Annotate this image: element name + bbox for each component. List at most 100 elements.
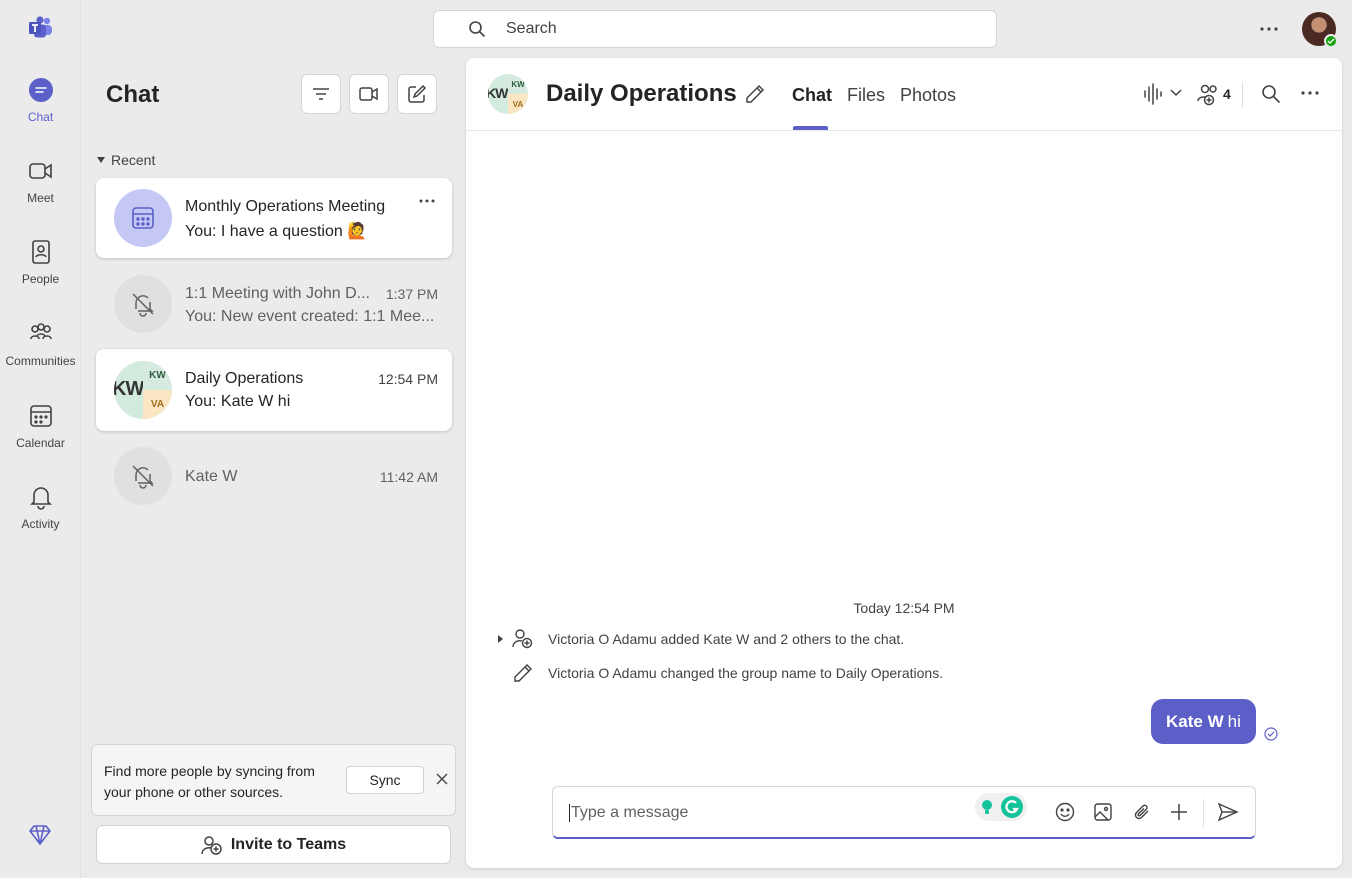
pencil-icon [512, 662, 534, 684]
chat-item-daily-operations[interactable]: KW KW VA Daily Operations 12:54 PM You: … [96, 349, 452, 431]
date-separator: Today 12:54 PM [853, 600, 955, 616]
profile-avatar[interactable] [1302, 12, 1338, 48]
bell-icon [27, 483, 55, 511]
muted-bell-icon [114, 275, 172, 333]
available-status-icon [1324, 34, 1338, 48]
edit-name-icon[interactable] [744, 83, 766, 105]
rail-item-chat[interactable]: Chat [0, 72, 81, 142]
chat-item-preview: You: New event created: 1:1 Mee... [185, 308, 435, 325]
chat-item-one-on-one-meeting[interactable]: 1:1 Meeting with John D... 1:37 PM You: … [96, 264, 452, 344]
search-bar[interactable]: Search [433, 10, 997, 48]
chevron-down-icon[interactable] [1169, 87, 1183, 97]
avatar-initials: KW [114, 378, 144, 400]
caret-down-icon [97, 156, 105, 164]
invite-to-teams-button[interactable]: Invite to Teams [96, 825, 451, 864]
system-event-text: Victoria O Adamu changed the group name … [548, 665, 944, 681]
search-placeholder: Search [506, 20, 557, 37]
rail-label: Communities [5, 354, 76, 368]
filter-icon [312, 87, 330, 101]
sync-contacts-banner: Find more people by syncing from your ph… [91, 744, 456, 816]
add-person-icon [201, 835, 223, 855]
new-chat-button[interactable] [397, 74, 437, 114]
group-avatar: KW KW VA [114, 361, 172, 419]
calendar-icon [114, 189, 172, 247]
image-icon[interactable] [1093, 802, 1113, 822]
chat-item-time: 11:42 AM [379, 469, 438, 485]
section-label: Recent [111, 152, 156, 168]
sync-banner-text: Find more people by syncing from your ph… [104, 763, 315, 800]
premium-diamond-icon[interactable] [28, 824, 52, 846]
chat-item-monthly-operations-meeting[interactable]: Monthly Operations Meeting You: I have a… [96, 178, 452, 258]
conversation-title: Daily Operations [546, 80, 737, 107]
chat-icon [27, 76, 55, 104]
conversation-pane: KW KW VA Daily Operations Chat Files Pho… [466, 58, 1342, 868]
plus-icon[interactable] [1169, 802, 1189, 822]
header-divider [1242, 82, 1243, 108]
chat-item-time: 12:54 PM [378, 371, 438, 387]
more-options-icon[interactable] [1258, 19, 1280, 39]
compose-divider [1203, 799, 1204, 827]
rail-label: Chat [27, 110, 54, 124]
chat-item-time: 1:37 PM [385, 286, 438, 302]
active-tab-indicator [793, 126, 828, 130]
conversation-header: KW KW VA Daily Operations Chat Files Pho… [466, 58, 1342, 131]
people-icon [27, 238, 55, 266]
add-member-icon [512, 628, 534, 650]
chat-item-name: Monthly Operations Meeting [185, 198, 386, 215]
tab-files[interactable]: Files [847, 85, 885, 106]
rail-item-communities[interactable]: Communities [0, 316, 81, 386]
expand-caret-icon[interactable] [496, 634, 504, 644]
close-icon[interactable] [436, 773, 448, 785]
more-options-icon[interactable] [1300, 90, 1320, 96]
meet-now-button[interactable] [349, 74, 389, 114]
rail-label: Calendar [16, 436, 65, 450]
participant-count: 4 [1223, 86, 1231, 102]
grammarly-icon[interactable] [975, 793, 1027, 821]
mention[interactable]: Kate W [1166, 712, 1224, 732]
system-event-text: Victoria O Adamu added Kate W and 2 othe… [548, 631, 905, 647]
more-options-icon[interactable] [418, 198, 436, 204]
search-icon [468, 20, 486, 38]
participants-icon[interactable] [1197, 82, 1221, 106]
send-icon[interactable] [1217, 802, 1239, 822]
teams-logo-icon [28, 16, 54, 40]
filter-button[interactable] [301, 74, 341, 114]
sync-button[interactable]: Sync [346, 766, 424, 794]
chat-item-kate-w[interactable]: Kate W 11:42 AM [96, 437, 452, 517]
rail-item-calendar[interactable]: Calendar [0, 398, 81, 468]
message-text: hi [1227, 711, 1241, 731]
video-icon [27, 157, 55, 185]
chat-item-name: Daily Operations [185, 370, 304, 387]
compose-placeholder: Type a message [569, 804, 689, 822]
avatar-initials: KW [508, 74, 528, 94]
emoji-icon[interactable] [1055, 802, 1075, 822]
avatar-initials: VA [143, 390, 172, 419]
chat-item-preview: You: Kate W hi [185, 393, 291, 410]
avatar-initials: KW [143, 361, 172, 390]
app-rail: Chat Meet People Communities Calendar Ac… [0, 0, 81, 878]
message-bubble[interactable]: Kate W hi [1151, 699, 1256, 744]
compose-icon [407, 84, 427, 104]
chat-item-name: 1:1 Meeting with John D... [185, 285, 370, 302]
video-icon [359, 86, 379, 102]
audio-call-icon[interactable] [1142, 82, 1164, 106]
tab-photos[interactable]: Photos [900, 85, 956, 106]
system-event-row: Victoria O Adamu changed the group name … [512, 662, 943, 684]
calendar-icon [27, 402, 55, 430]
chat-pane-title: Chat [106, 81, 160, 108]
attach-icon[interactable] [1132, 802, 1152, 822]
message-compose-box[interactable]: Type a message [552, 786, 1256, 839]
invite-label: Invite to Teams [230, 835, 347, 853]
rail-item-meet[interactable]: Meet [0, 153, 81, 223]
group-avatar[interactable]: KW KW VA [488, 74, 528, 114]
search-icon[interactable] [1261, 84, 1281, 104]
rail-item-people[interactable]: People [0, 234, 81, 304]
muted-bell-icon [114, 447, 172, 505]
seen-check-icon [1264, 727, 1278, 741]
avatar-initials: KW [488, 85, 508, 101]
chat-item-name: Kate W [185, 468, 238, 485]
chat-item-preview: You: I have a question 🙋 [185, 223, 368, 240]
tab-chat[interactable]: Chat [792, 85, 832, 106]
recent-section-header[interactable]: Recent [97, 152, 155, 168]
rail-item-activity[interactable]: Activity [0, 479, 81, 549]
